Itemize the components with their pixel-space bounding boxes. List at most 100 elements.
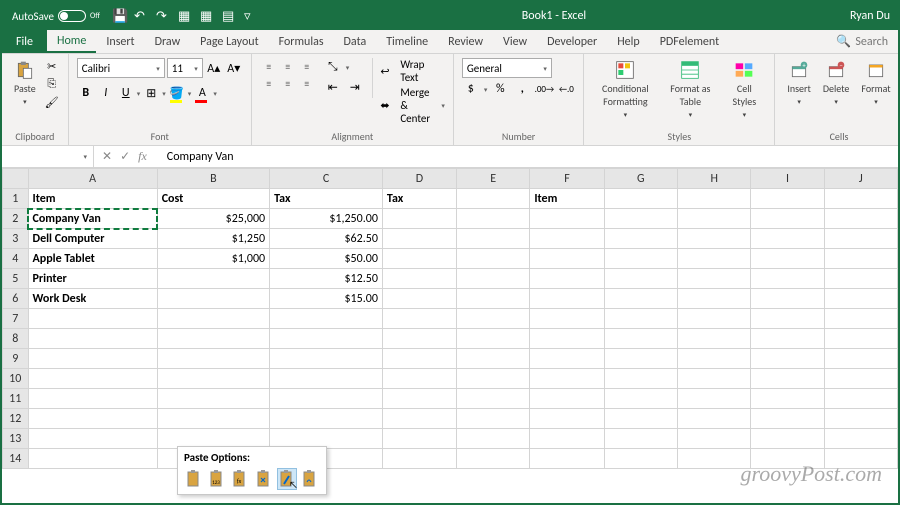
cell-A4[interactable]: Apple Tablet	[28, 249, 157, 269]
formula-input[interactable]: Company Van	[161, 150, 898, 164]
paste-button[interactable]: Paste ▾	[10, 58, 40, 108]
paste-option-link[interactable]	[301, 468, 320, 490]
cell-A3[interactable]: Dell Computer	[28, 229, 157, 249]
row-header-3[interactable]: 3	[3, 229, 29, 249]
row-header-1[interactable]: 1	[3, 189, 29, 209]
row-header-14[interactable]: 14	[3, 449, 29, 469]
fx-icon[interactable]: fx	[138, 149, 153, 164]
cell-B6[interactable]	[157, 289, 269, 309]
cell-A6[interactable]: Work Desk	[28, 289, 157, 309]
cancel-icon[interactable]: ✕	[102, 149, 112, 164]
increase-indent-button[interactable]: ⇥	[346, 78, 364, 96]
qat-icon-1[interactable]: ▦	[178, 9, 192, 23]
toggle-icon[interactable]	[58, 10, 86, 22]
cell-B2[interactable]: $25,000	[157, 209, 269, 229]
cell-I6[interactable]	[751, 289, 824, 309]
name-box[interactable]: ▾	[2, 146, 94, 167]
row-header-2[interactable]: 2	[3, 209, 29, 229]
font-name-select[interactable]: Calibri▾	[77, 58, 165, 78]
cell-C2[interactable]: $1,250.00	[270, 209, 383, 229]
cell-G4[interactable]	[604, 249, 677, 269]
cell-E6[interactable]	[456, 289, 529, 309]
row-header-13[interactable]: 13	[3, 429, 29, 449]
number-format-select[interactable]: General▾	[462, 58, 552, 78]
cell-G2[interactable]	[604, 209, 677, 229]
cell-H3[interactable]	[678, 229, 751, 249]
cell-J5[interactable]	[824, 269, 897, 289]
increase-decimal-button[interactable]: .00→	[535, 80, 553, 98]
align-right-button[interactable]: ≡	[298, 75, 316, 91]
cell-I3[interactable]	[751, 229, 824, 249]
tab-pdfelement[interactable]: PDFelement	[650, 30, 729, 53]
row-header-10[interactable]: 10	[3, 369, 29, 389]
format-as-table-button[interactable]: Format as Table▾	[662, 58, 718, 121]
cell-C1[interactable]: Tax	[270, 189, 383, 209]
insert-cells-button[interactable]: + Insert▾	[783, 58, 815, 108]
align-center-button[interactable]: ≡	[279, 75, 297, 91]
copy-button[interactable]: ⎘	[44, 76, 60, 92]
cell-G3[interactable]	[604, 229, 677, 249]
row-header-6[interactable]: 6	[3, 289, 29, 309]
cell-I2[interactable]	[751, 209, 824, 229]
cell-E3[interactable]	[456, 229, 529, 249]
currency-button[interactable]: $	[462, 80, 480, 98]
cell-F4[interactable]	[530, 249, 604, 269]
paste-option-formatting[interactable]: ↖	[277, 468, 296, 490]
cell-A2[interactable]: Company Van	[28, 209, 157, 229]
col-header-H[interactable]: H	[678, 169, 751, 189]
tab-timeline[interactable]: Timeline	[376, 30, 438, 53]
row-header-12[interactable]: 12	[3, 409, 29, 429]
delete-cells-button[interactable]: − Delete▾	[819, 58, 854, 108]
row-header-8[interactable]: 8	[3, 329, 29, 349]
decrease-indent-button[interactable]: ⇤	[324, 78, 342, 96]
tab-review[interactable]: Review	[438, 30, 493, 53]
cell-J1[interactable]	[824, 189, 897, 209]
tab-help[interactable]: Help	[607, 30, 650, 53]
cell-A1[interactable]: Item	[28, 189, 157, 209]
cell-G6[interactable]	[604, 289, 677, 309]
cell-B3[interactable]: $1,250	[157, 229, 269, 249]
cell-J3[interactable]	[824, 229, 897, 249]
fill-color-button[interactable]: 🪣	[168, 84, 186, 102]
qat-icon-2[interactable]: ▦	[200, 9, 214, 23]
bold-button[interactable]: B	[77, 84, 95, 102]
tab-file[interactable]: File	[2, 30, 47, 53]
cell-C6[interactable]: $15.00	[270, 289, 383, 309]
decrease-decimal-button[interactable]: ←.0	[557, 80, 575, 98]
decrease-font-button[interactable]: A▾	[225, 59, 243, 77]
tab-draw[interactable]: Draw	[145, 30, 191, 53]
tab-developer[interactable]: Developer	[537, 30, 607, 53]
col-header-A[interactable]: A	[28, 169, 157, 189]
col-header-C[interactable]: C	[270, 169, 383, 189]
border-button[interactable]: ⊞	[142, 84, 160, 102]
row-header-9[interactable]: 9	[3, 349, 29, 369]
cell-H4[interactable]	[678, 249, 751, 269]
cut-button[interactable]: ✂	[44, 58, 60, 74]
col-header-D[interactable]: D	[382, 169, 456, 189]
search-box[interactable]: 🔍 Search	[826, 30, 898, 53]
italic-button[interactable]: I	[97, 84, 115, 102]
row-header-4[interactable]: 4	[3, 249, 29, 269]
increase-font-button[interactable]: A▴	[205, 59, 223, 77]
tab-view[interactable]: View	[493, 30, 537, 53]
cell-I4[interactable]	[751, 249, 824, 269]
format-painter-button[interactable]: 🖌	[44, 94, 60, 110]
col-header-B[interactable]: B	[157, 169, 269, 189]
cell-D5[interactable]	[382, 269, 456, 289]
tab-data[interactable]: Data	[334, 30, 377, 53]
save-icon[interactable]: 💾	[112, 9, 126, 23]
cell-C3[interactable]: $62.50	[270, 229, 383, 249]
cell-D1[interactable]: Tax	[382, 189, 456, 209]
cell-I5[interactable]	[751, 269, 824, 289]
col-header-J[interactable]: J	[824, 169, 897, 189]
tab-formulas[interactable]: Formulas	[269, 30, 334, 53]
autosave-toggle[interactable]: AutoSave Off	[6, 10, 106, 23]
cell-B4[interactable]: $1,000	[157, 249, 269, 269]
undo-icon[interactable]: ↶	[134, 9, 148, 23]
wrap-text-button[interactable]: ↩ Wrap Text	[380, 58, 444, 84]
col-header-G[interactable]: G	[604, 169, 677, 189]
cell-C5[interactable]: $12.50	[270, 269, 383, 289]
cell-G5[interactable]	[604, 269, 677, 289]
paste-option-formulas[interactable]: fx	[231, 468, 250, 490]
percent-button[interactable]: %	[491, 80, 509, 98]
